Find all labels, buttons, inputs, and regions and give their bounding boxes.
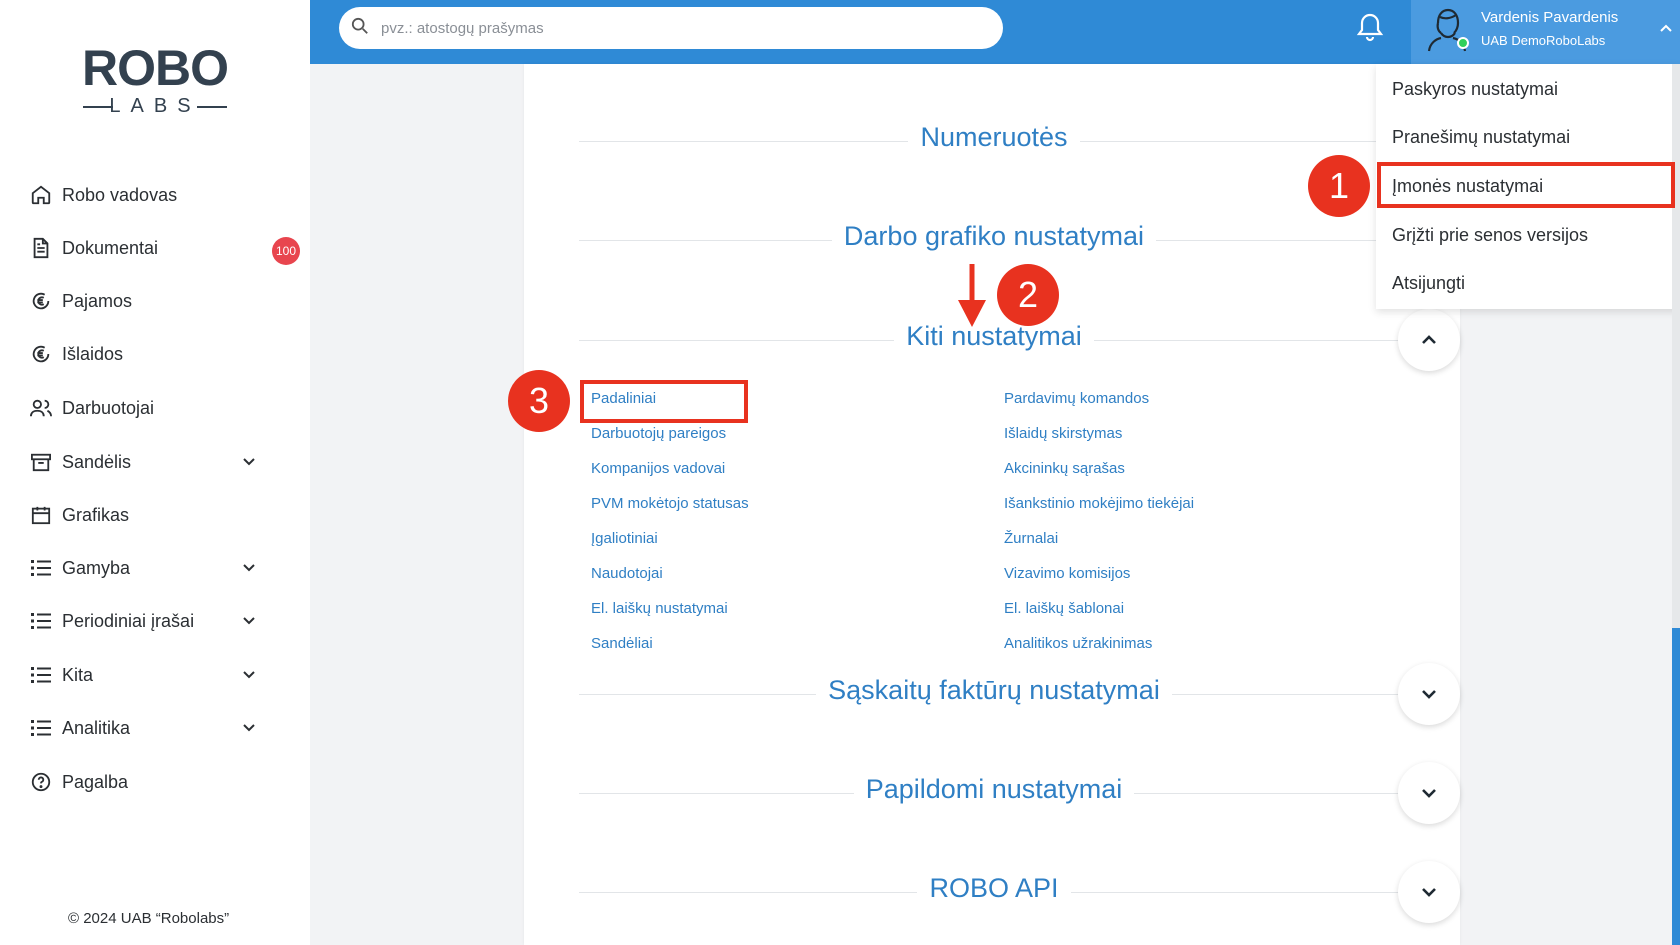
users-icon bbox=[28, 395, 54, 421]
link-pardavimu-komandos[interactable]: Pardavimų komandos bbox=[1004, 390, 1149, 407]
sidebar-item-label: Robo vadovas bbox=[62, 184, 178, 205]
list-icon bbox=[28, 555, 54, 581]
sidebar-item-label: Periodiniai įrašai bbox=[62, 610, 195, 631]
sidebar-item-dokumentai[interactable]: Dokumentai bbox=[28, 228, 278, 268]
page-scrollbar-thumb[interactable] bbox=[1672, 628, 1680, 945]
calendar-icon bbox=[28, 502, 54, 528]
sidebar: ROBO LABS Robo vadovas Dokumentai 100 Pa… bbox=[0, 0, 310, 945]
dokumentai-count-badge: 100 bbox=[272, 237, 300, 265]
link-pvm-moketojo-statusas[interactable]: PVM mokėtojo statusas bbox=[591, 495, 749, 512]
highlight-box-imones-nustatymai bbox=[1377, 162, 1675, 208]
list-icon bbox=[28, 608, 54, 634]
user-name: Vardenis Pavardenis bbox=[1481, 9, 1619, 26]
link-el-lasku-nustatymai[interactable]: El. laiškų nustatymai bbox=[591, 600, 728, 617]
sidebar-item-islaidos[interactable]: Išlaidos bbox=[28, 334, 278, 374]
euro-income-icon bbox=[28, 288, 54, 314]
expand-toggle-button[interactable] bbox=[1398, 861, 1460, 923]
notifications-bell-icon[interactable] bbox=[1356, 12, 1386, 44]
list-icon bbox=[28, 662, 54, 688]
home-icon bbox=[28, 182, 54, 208]
search-icon bbox=[351, 17, 369, 40]
sidebar-item-label: Išlaidos bbox=[62, 343, 124, 364]
section-darbo-grafiko[interactable]: Darbo grafiko nustatymai bbox=[579, 209, 1460, 271]
sidebar-item-label: Kita bbox=[62, 664, 94, 685]
sidebar-item-darbuotojai[interactable]: Darbuotojai bbox=[28, 388, 278, 428]
chevron-down-icon bbox=[242, 667, 256, 685]
section-numeruotes[interactable]: Numeruotės bbox=[579, 110, 1460, 172]
chevron-down-icon bbox=[242, 560, 256, 578]
sidebar-item-label: Gamyba bbox=[62, 557, 131, 578]
help-icon bbox=[28, 769, 54, 795]
link-sandeliai[interactable]: Sandėliai bbox=[591, 635, 653, 652]
online-status-dot bbox=[1457, 37, 1469, 49]
step-1-marker: 1 bbox=[1308, 155, 1370, 217]
section-title: Numeruotės bbox=[908, 122, 1080, 152]
sidebar-item-label: Pagalba bbox=[62, 771, 129, 792]
sidebar-item-robo-vadovas[interactable]: Robo vadovas bbox=[28, 175, 278, 215]
section-title: Papildomi nustatymai bbox=[853, 774, 1135, 804]
sidebar-item-grafikas[interactable]: Grafikas bbox=[28, 495, 278, 535]
chevron-up-icon bbox=[1659, 20, 1673, 38]
chevron-down-icon bbox=[242, 720, 256, 738]
link-igaliotiniai[interactable]: Įgaliotiniai bbox=[591, 530, 658, 547]
sidebar-item-pagalba[interactable]: Pagalba bbox=[28, 762, 278, 802]
menu-item-paskyros-nustatymai[interactable]: Paskyros nustatymai bbox=[1392, 79, 1558, 100]
list-icon bbox=[28, 715, 54, 741]
sidebar-item-label: Grafikas bbox=[62, 504, 130, 525]
sidebar-item-analitika[interactable]: Analitika bbox=[28, 708, 278, 748]
sidebar-item-label: Darbuotojai bbox=[62, 397, 155, 418]
archive-icon bbox=[28, 449, 54, 475]
logo-word: ROBO bbox=[82, 40, 229, 96]
sidebar-item-pajamos[interactable]: Pajamos bbox=[28, 281, 278, 321]
collapse-toggle-button[interactable] bbox=[1398, 309, 1460, 371]
step-3-marker: 3 bbox=[508, 370, 570, 432]
expand-toggle-button[interactable] bbox=[1398, 663, 1460, 725]
link-naudotojai[interactable]: Naudotojai bbox=[591, 565, 663, 582]
sidebar-item-sandelis[interactable]: Sandėlis bbox=[28, 442, 278, 482]
section-title: ROBO API bbox=[917, 873, 1071, 903]
link-vizavimo-komisijos[interactable]: Vizavimo komisijos bbox=[1004, 565, 1130, 582]
link-analitikos-uzrakinimas[interactable]: Analitikos užrakinimas bbox=[1004, 635, 1152, 652]
section-papildomi[interactable]: Papildomi nustatymai bbox=[579, 762, 1460, 824]
robolabs-logo[interactable]: ROBO LABS bbox=[75, 38, 235, 120]
sidebar-item-periodiniai-irasai[interactable]: Periodiniai įrašai bbox=[28, 601, 278, 641]
user-menu-toggle[interactable]: Vardenis Pavardenis UAB DemoRoboLabs bbox=[1411, 0, 1680, 64]
sidebar-item-gamyba[interactable]: Gamyba bbox=[28, 548, 278, 588]
copyright: © 2024 UAB “Robolabs” bbox=[68, 910, 230, 927]
euro-expense-icon bbox=[28, 341, 54, 367]
link-kompanijos-vadovai[interactable]: Kompanijos vadovai bbox=[591, 460, 725, 477]
step-2-arrow bbox=[957, 264, 987, 328]
section-title: Kiti nustatymai bbox=[894, 321, 1094, 351]
menu-item-atsijungti[interactable]: Atsijungti bbox=[1392, 273, 1465, 294]
sidebar-item-label: Pajamos bbox=[62, 290, 133, 311]
section-robo-api[interactable]: ROBO API bbox=[579, 861, 1460, 923]
section-saskaitu-fakturu[interactable]: Sąskaitų faktūrų nustatymai bbox=[579, 663, 1460, 725]
link-islaidu-skirstymas[interactable]: Išlaidų skirstymas bbox=[1004, 425, 1122, 442]
top-bar: Vardenis Pavardenis UAB DemoRoboLabs bbox=[310, 0, 1680, 64]
expand-toggle-button[interactable] bbox=[1398, 762, 1460, 824]
link-el-lasku-sablonai[interactable]: El. laiškų šablonai bbox=[1004, 600, 1124, 617]
link-akcininku-sarasas[interactable]: Akcininkų sąrašas bbox=[1004, 460, 1125, 477]
search-bar[interactable] bbox=[339, 7, 1003, 49]
document-icon bbox=[28, 235, 54, 261]
chevron-down-icon bbox=[242, 454, 256, 472]
logo-line-right bbox=[197, 106, 227, 108]
section-title: Darbo grafiko nustatymai bbox=[831, 221, 1157, 251]
chevron-down-icon bbox=[242, 613, 256, 631]
section-kiti-nustatymai[interactable]: Kiti nustatymai bbox=[579, 309, 1460, 371]
sidebar-item-label: Analitika bbox=[62, 717, 131, 738]
user-company: UAB DemoRoboLabs bbox=[1481, 33, 1606, 48]
search-input[interactable] bbox=[381, 19, 941, 37]
highlight-box-padaliniai bbox=[580, 380, 748, 423]
sidebar-item-label: Sandėlis bbox=[62, 451, 132, 472]
sidebar-item-kita[interactable]: Kita bbox=[28, 655, 278, 695]
sidebar-item-label: Dokumentai bbox=[62, 237, 159, 258]
link-darbuotoju-pareigos[interactable]: Darbuotojų pareigos bbox=[591, 425, 726, 442]
menu-item-pranesimu-nustatymai[interactable]: Pranešimų nustatymai bbox=[1392, 127, 1570, 148]
link-isankstinio-mokejimo-tiekejai[interactable]: Išankstinio mokėjimo tiekėjai bbox=[1004, 495, 1194, 512]
step-2-marker: 2 bbox=[997, 264, 1059, 326]
link-zurnalai[interactable]: Žurnalai bbox=[1004, 530, 1058, 547]
section-title: Sąskaitų faktūrų nustatymai bbox=[816, 675, 1172, 705]
menu-item-grizti-prie-senos-versijos[interactable]: Grįžti prie senos versijos bbox=[1392, 225, 1588, 246]
